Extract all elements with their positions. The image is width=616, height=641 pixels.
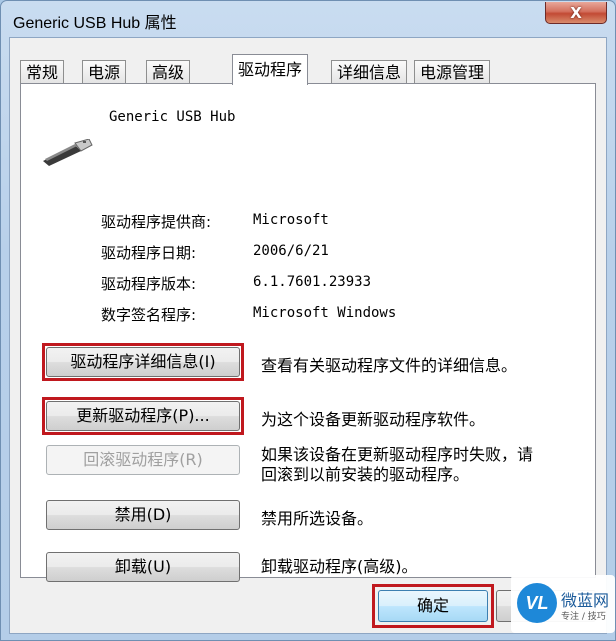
driver-panel: Generic USB Hub 驱动程序提供商: Microsoft 驱动程序日…	[20, 83, 596, 582]
date-label: 驱动程序日期:	[101, 244, 197, 262]
driver-details-button[interactable]: 驱动程序详细信息(I)	[46, 347, 240, 377]
dialog-client: 常规 电源 高级 驱动程序 详细信息 电源管理 Generic USB Hub …	[9, 37, 607, 634]
device-name: Generic USB Hub	[109, 109, 236, 125]
watermark-sub: 专注 / 技巧	[561, 612, 606, 622]
watermark-name: 微蓝网	[561, 591, 610, 610]
usb-plug-icon	[43, 139, 93, 166]
site-watermark: VL 微蓝网 专注 / 技巧	[511, 575, 615, 633]
driver-details-desc: 查看有关驱动程序文件的详细信息。	[261, 356, 518, 375]
title-bar[interactable]: Generic USB Hub 属性 X	[1, 1, 615, 37]
close-button[interactable]: X	[545, 2, 607, 24]
disable-button[interactable]: 禁用(D)	[46, 500, 240, 530]
provider-label: 驱动程序提供商:	[101, 213, 212, 231]
tab-power[interactable]: 电源	[82, 60, 127, 84]
provider-value: Microsoft	[253, 212, 329, 228]
tab-driver[interactable]: 驱动程序	[232, 54, 309, 85]
properties-window: Generic USB Hub 属性 X 常规 电源 高级 驱动程序 详细信息 …	[0, 0, 616, 641]
rollback-driver-button[interactable]: 回滚驱动程序(R)	[46, 445, 240, 475]
tab-general[interactable]: 常规	[20, 60, 65, 84]
tab-power-management[interactable]: 电源管理	[414, 60, 491, 84]
update-driver-desc: 为这个设备更新驱动程序软件。	[261, 410, 486, 429]
update-driver-button[interactable]: 更新驱动程序(P)...	[46, 401, 240, 431]
uninstall-desc: 卸载驱动程序(高级)。	[261, 557, 418, 576]
ok-button[interactable]: 确定	[378, 590, 488, 622]
signer-label: 数字签名程序:	[101, 306, 197, 324]
watermark-logo: VL	[517, 583, 557, 623]
tab-advanced[interactable]: 高级	[146, 60, 191, 84]
window-title: Generic USB Hub 属性	[13, 15, 177, 32]
version-label: 驱动程序版本:	[101, 275, 197, 293]
rollback-driver-desc-line2: 回滚到以前安装的驱动程序。	[261, 465, 470, 484]
signer-value: Microsoft Windows	[253, 305, 397, 321]
disable-desc: 禁用所选设备。	[261, 509, 374, 528]
uninstall-button[interactable]: 卸载(U)	[46, 552, 240, 582]
date-value: 2006/6/21	[253, 243, 329, 259]
version-value: 6.1.7601.23933	[253, 274, 372, 290]
tab-details[interactable]: 详细信息	[331, 60, 408, 84]
